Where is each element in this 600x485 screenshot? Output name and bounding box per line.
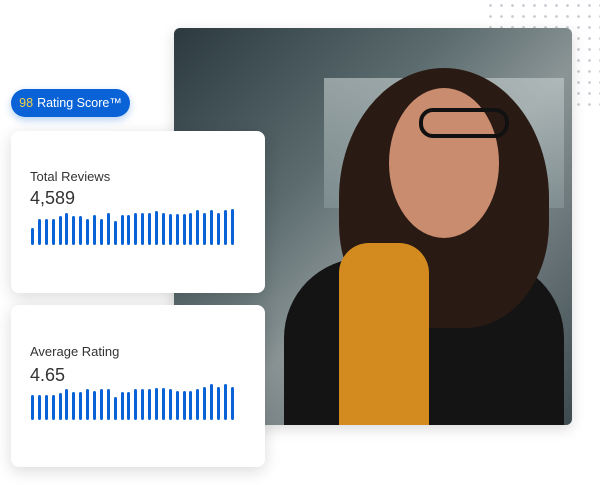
- spark-bar: [230, 209, 234, 245]
- spark-bar: [72, 216, 76, 245]
- spark-bar: [106, 213, 110, 245]
- total-reviews-sparkbars: [31, 209, 234, 245]
- spark-bar: [31, 227, 34, 245]
- card-value: 4,589: [30, 188, 76, 208]
- spark-bar: [120, 215, 124, 245]
- spark-bar: [223, 384, 227, 420]
- spark-bar: [86, 219, 90, 245]
- spark-bar: [134, 388, 138, 420]
- spark-bar: [210, 384, 214, 420]
- spark-bar: [120, 391, 124, 420]
- spark-bar: [86, 388, 90, 420]
- spark-bar: [189, 390, 193, 420]
- spark-bar: [196, 388, 200, 420]
- spark-bar: [230, 386, 234, 420]
- total-reviews-card: Total Reviews 4,589: [11, 131, 265, 293]
- spark-bar: [210, 210, 214, 245]
- spark-bar: [37, 219, 41, 245]
- spark-bar: [182, 214, 186, 245]
- spark-bar: [182, 390, 186, 420]
- spark-bar: [93, 390, 97, 420]
- spark-bar: [161, 213, 165, 245]
- spark-bar: [196, 210, 200, 245]
- spark-bar: [217, 213, 221, 245]
- card-label: Average Rating: [30, 344, 120, 359]
- glasses: [419, 108, 509, 138]
- spark-bar: [155, 211, 159, 245]
- spark-bar: [99, 388, 103, 420]
- spark-bar: [175, 214, 179, 245]
- spark-bar: [106, 388, 110, 420]
- spark-bar: [217, 386, 221, 420]
- spark-bar: [79, 391, 83, 420]
- spark-bar: [134, 213, 138, 245]
- spark-bar: [141, 388, 145, 420]
- spark-bar: [44, 394, 48, 420]
- spark-bar: [37, 394, 41, 420]
- spark-bar: [113, 221, 117, 245]
- spark-bar: [58, 392, 62, 420]
- card-label: Total Reviews: [30, 169, 111, 184]
- spark-bar: [44, 219, 48, 245]
- spark-bar: [168, 214, 172, 245]
- spark-bar: [203, 386, 207, 420]
- spark-bar: [155, 387, 159, 420]
- spark-bar: [223, 210, 227, 245]
- card-value: 4.65: [30, 365, 66, 385]
- spark-bar: [99, 219, 103, 245]
- spark-bar: [72, 391, 76, 420]
- average-rating-card: Average Rating 4.65: [11, 305, 265, 467]
- rating-score-value: 98: [19, 96, 34, 110]
- spark-bar: [175, 390, 179, 420]
- spark-bar: [65, 388, 69, 420]
- spark-bar: [58, 216, 62, 245]
- spark-bar: [203, 213, 207, 245]
- spark-bar: [51, 219, 55, 245]
- spark-bar: [189, 213, 193, 245]
- spark-bar: [161, 387, 165, 420]
- spark-bar: [141, 213, 145, 245]
- sweater: [339, 243, 429, 425]
- spark-bar: [65, 213, 69, 245]
- spark-bar: [79, 216, 83, 245]
- spark-bar: [148, 388, 152, 420]
- spark-bar: [51, 394, 55, 420]
- spark-bar: [127, 391, 131, 420]
- spark-bar: [127, 215, 131, 245]
- rating-score-badge: 98 Rating Score™: [11, 89, 130, 117]
- spark-bar: [148, 213, 152, 245]
- rating-score-label: Rating Score™: [37, 96, 122, 110]
- spark-bar: [113, 396, 117, 420]
- average-rating-sparkbars: [31, 384, 234, 420]
- spark-bar: [168, 388, 172, 420]
- spark-bar: [93, 215, 97, 245]
- spark-bar: [31, 394, 34, 420]
